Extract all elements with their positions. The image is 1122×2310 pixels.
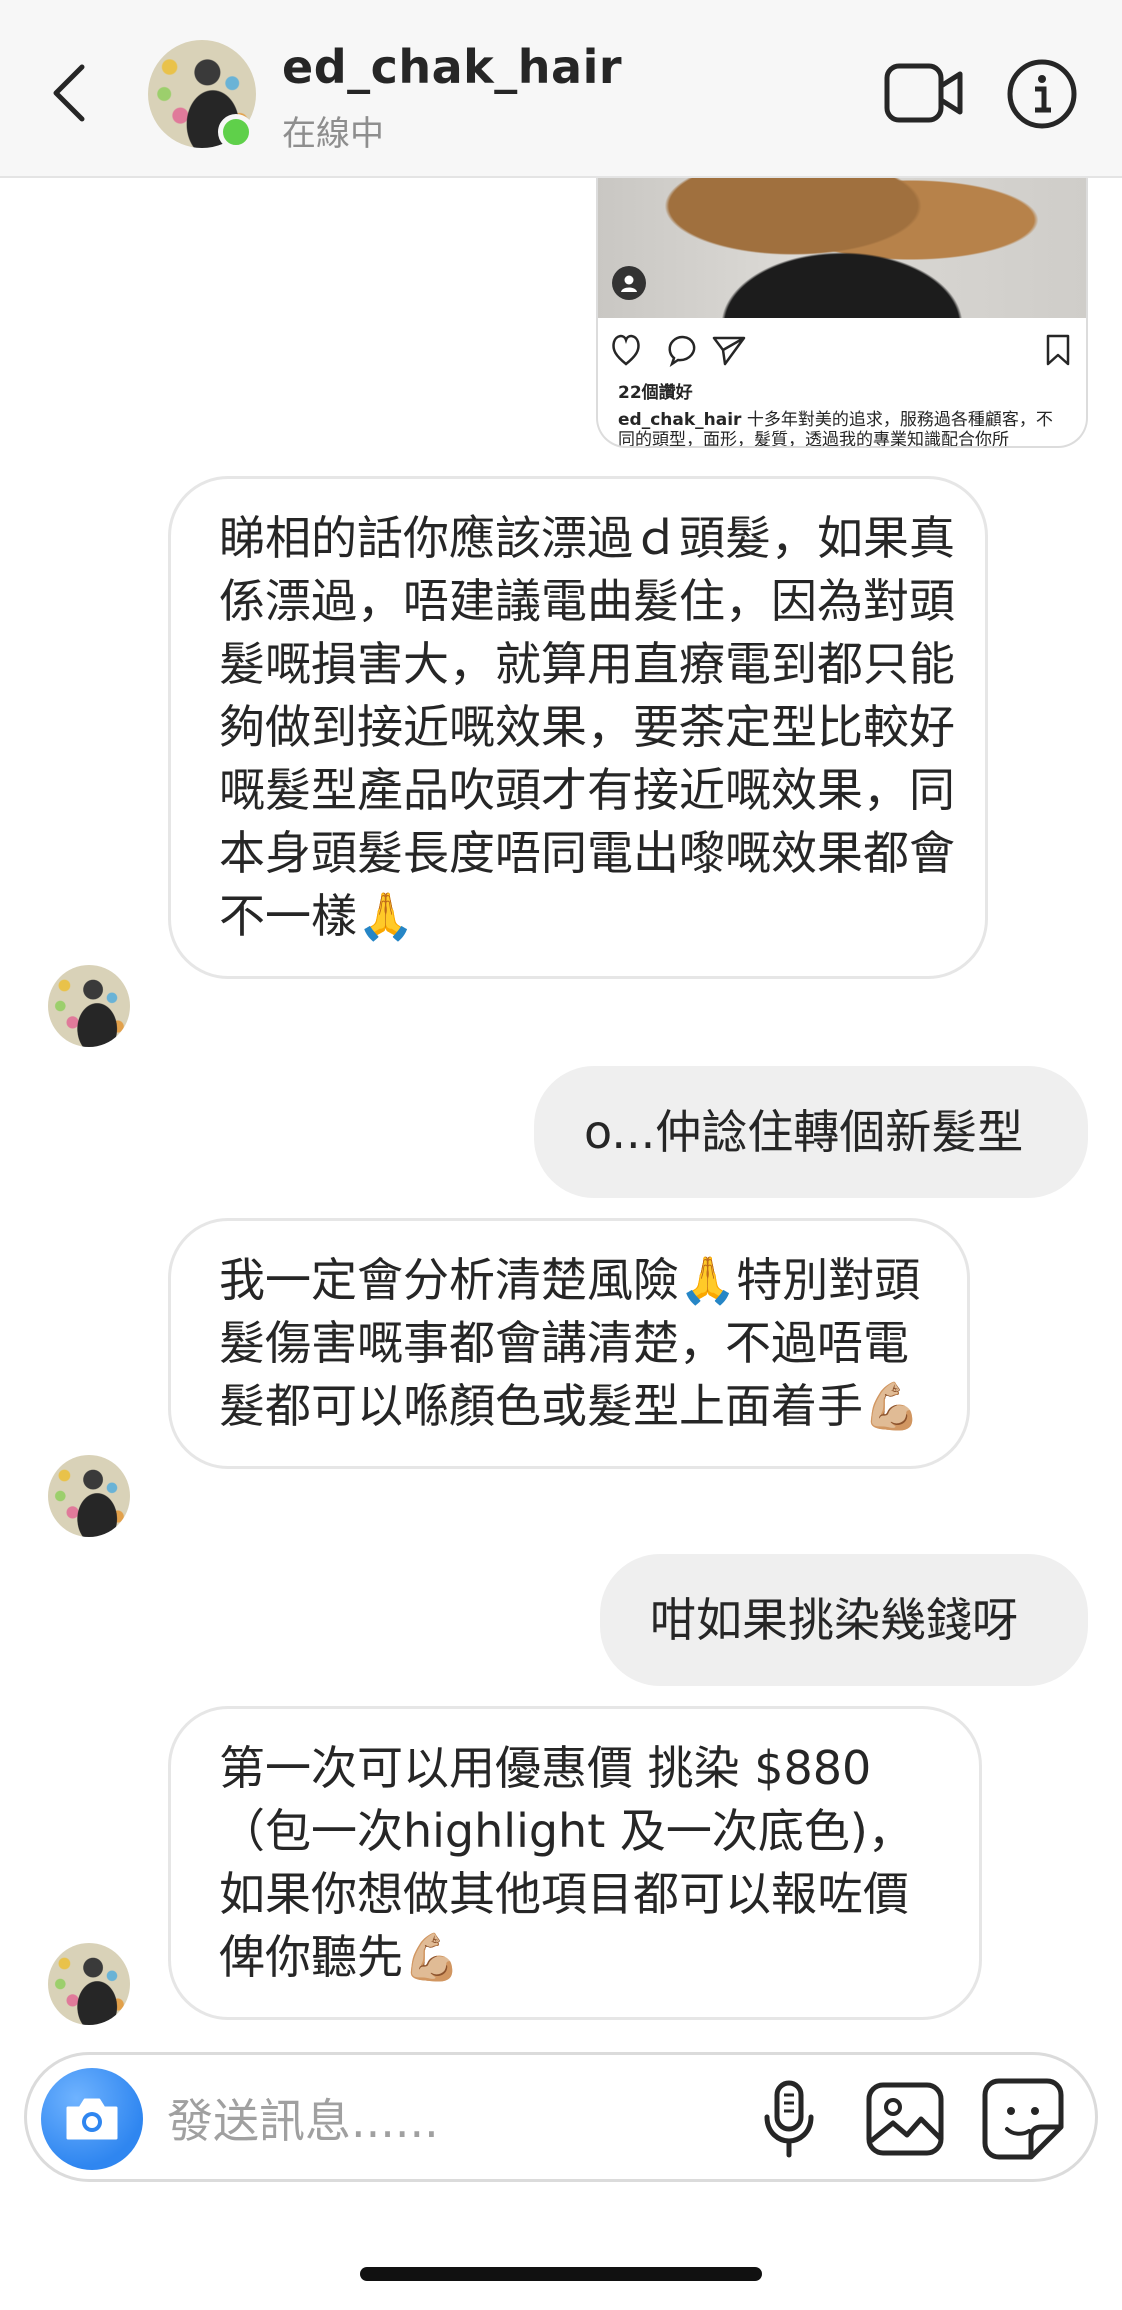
sender-avatar[interactable] xyxy=(48,965,130,1047)
post-action-bar xyxy=(612,334,1070,368)
sender-avatar[interactable] xyxy=(48,1943,130,2025)
sticker-icon[interactable] xyxy=(979,2075,1067,2163)
shared-post-image xyxy=(598,178,1086,318)
post-caption-user: ed_chak_hair xyxy=(618,410,742,430)
online-status-text: 在線中 xyxy=(282,114,384,154)
online-status-dot xyxy=(218,114,254,150)
received-message[interactable]: 我一定會分析清楚風險🙏特別對頭髮傷害嘅事都會講清楚，不過唔電髮都可以喺顏色或髮型… xyxy=(168,1218,970,1469)
shared-post-card[interactable]: 22個讚好 ed_chak_hair 十多年對美的追求，服務過各種顧客，不同的頭… xyxy=(596,178,1088,448)
chat-header: ed_chak_hair 在線中 xyxy=(0,0,1122,178)
camera-button[interactable] xyxy=(41,2068,143,2170)
camera-icon xyxy=(66,2098,118,2140)
back-button[interactable] xyxy=(44,58,94,128)
share-icon xyxy=(712,336,746,366)
message-input[interactable]: 發送訊息...... xyxy=(167,2085,439,2151)
heart-icon xyxy=(612,334,640,366)
received-message[interactable]: 睇相的話你應該漂過ｄ頭髮，如果真係漂過，唔建議電曲髮住，因為對頭髮嘅損害大，就算… xyxy=(168,476,988,979)
comment-icon xyxy=(668,335,696,368)
post-likes-count: 22個讚好 xyxy=(618,383,693,403)
post-caption: ed_chak_hair 十多年對美的追求，服務過各種顧客，不同的頭型，面形，髮… xyxy=(618,410,1068,446)
chevron-left-icon xyxy=(53,64,85,122)
user-tag-icon xyxy=(612,266,646,300)
chat-username[interactable]: ed_chak_hair xyxy=(282,40,622,94)
microphone-icon[interactable] xyxy=(747,2077,831,2161)
message-composer: 發送訊息...... xyxy=(24,2052,1098,2182)
video-camera-icon[interactable] xyxy=(884,60,964,126)
bookmark-icon xyxy=(1046,334,1070,366)
sent-message[interactable]: o...仲諗住轉個新髮型 xyxy=(534,1066,1088,1198)
sender-avatar[interactable] xyxy=(48,1455,130,1537)
home-indicator[interactable] xyxy=(360,2267,762,2281)
received-message[interactable]: 第一次可以用優惠價 挑染 $880（包一次highlight 及一次底色)，如果… xyxy=(168,1706,982,2020)
image-icon[interactable] xyxy=(863,2077,947,2161)
sent-message[interactable]: 咁如果挑染幾錢呀 xyxy=(600,1554,1088,1686)
info-icon[interactable] xyxy=(1006,58,1078,130)
